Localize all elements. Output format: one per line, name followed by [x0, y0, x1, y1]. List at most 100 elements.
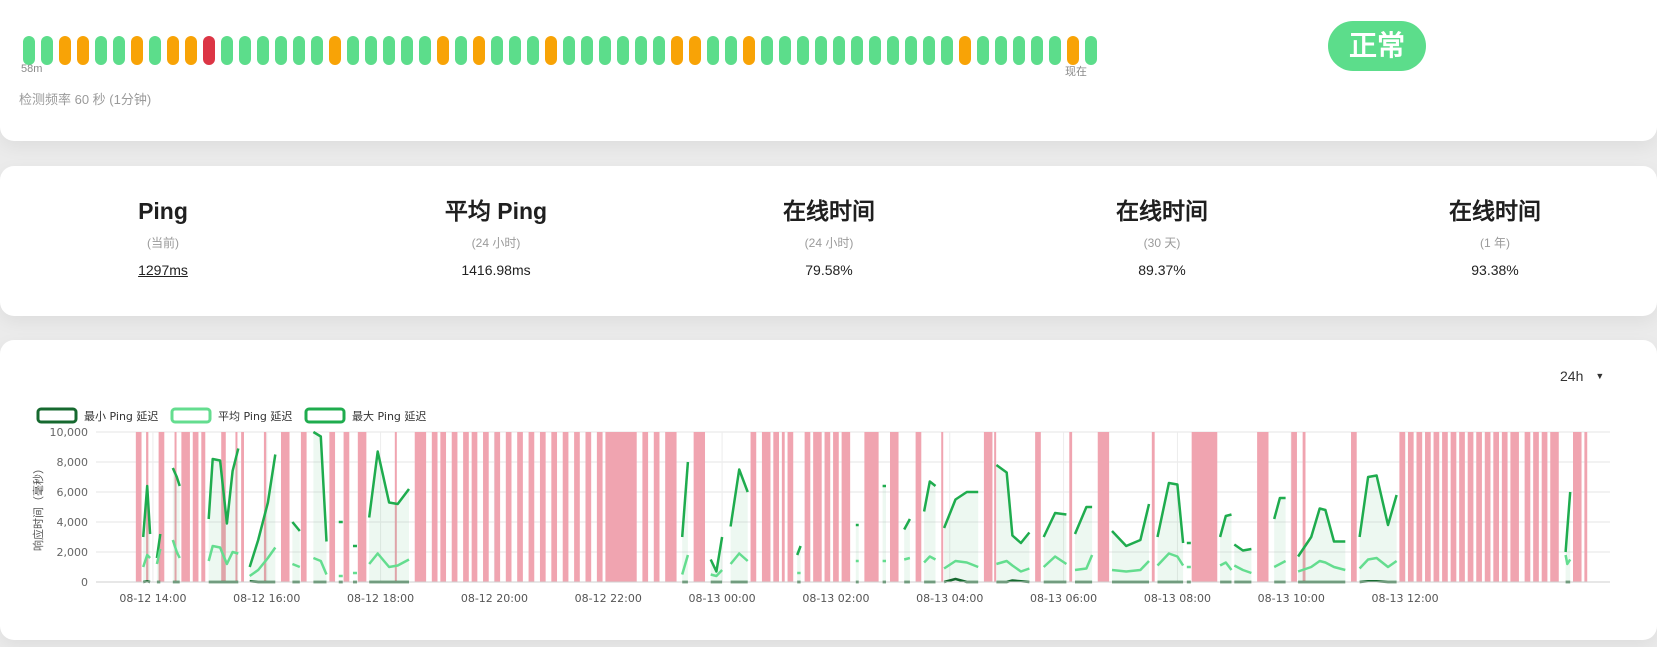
heartbeat-label-end: 现在 — [1065, 66, 1087, 78]
heartbeat-beat-up[interactable] — [23, 36, 35, 65]
down-band — [1191, 432, 1218, 582]
x-tick-label: 08-12 18:00 — [347, 592, 414, 605]
heartbeat-beat-pending[interactable] — [185, 36, 197, 65]
down-band — [574, 432, 580, 582]
heartbeat-beat-pending[interactable] — [689, 36, 701, 65]
stat-title: 在线时间 — [1116, 198, 1208, 224]
down-band — [804, 432, 811, 582]
heartbeat-beat-up[interactable] — [635, 36, 647, 65]
heartbeat-beat-up[interactable] — [599, 36, 611, 65]
heartbeat-beat-up[interactable] — [923, 36, 935, 65]
heartbeat-beat-pending[interactable] — [329, 36, 341, 65]
down-band — [343, 432, 350, 582]
heartbeat-beat-up[interactable] — [941, 36, 953, 65]
down-band — [813, 432, 822, 582]
check-frequency-text: 检测频率 60 秒 (1分钟) — [19, 92, 152, 107]
down-band — [505, 432, 512, 582]
heartbeat-beat-pending[interactable] — [437, 36, 449, 65]
heartbeat-beat-up[interactable] — [365, 36, 377, 65]
heartbeat-beat-up[interactable] — [761, 36, 773, 65]
heartbeat-beat-up[interactable] — [851, 36, 863, 65]
heartbeat-beat-up[interactable] — [779, 36, 791, 65]
heartbeat-beat-up[interactable] — [869, 36, 881, 65]
x-tick-label: 08-13 06:00 — [1030, 592, 1097, 605]
stat-subtitle: (30 天) — [1143, 236, 1181, 250]
heartbeat-beat-pending[interactable] — [1067, 36, 1079, 65]
down-band — [1035, 432, 1041, 582]
stat-value-link[interactable]: 1297ms — [13, 262, 313, 278]
down-band — [841, 432, 851, 582]
x-tick-label: 08-13 08:00 — [1144, 592, 1211, 605]
down-band — [1291, 432, 1297, 582]
heartbeat-beat-up[interactable] — [527, 36, 539, 65]
heartbeat-beat-pending[interactable] — [473, 36, 485, 65]
heartbeat-beat-up[interactable] — [887, 36, 899, 65]
stat-average-ping: 平均 Ping (24 小时) 1416.98ms — [346, 196, 646, 278]
down-band — [1257, 432, 1269, 582]
down-band — [889, 432, 899, 582]
heartbeat-beat-up[interactable] — [95, 36, 107, 65]
stat-current-ping: Ping (当前) 1297ms — [13, 196, 313, 278]
heartbeat-beat-pending[interactable] — [77, 36, 89, 65]
heartbeat-beat-up[interactable] — [707, 36, 719, 65]
heartbeat-beat-up[interactable] — [383, 36, 395, 65]
down-band — [1425, 432, 1431, 582]
down-band — [585, 432, 592, 582]
heartbeat-beat-up[interactable] — [905, 36, 917, 65]
heartbeat-beat-up[interactable] — [347, 36, 359, 65]
heartbeat-beat-up[interactable] — [239, 36, 251, 65]
heartbeat-beat-up[interactable] — [563, 36, 575, 65]
heartbeat-beat-up[interactable] — [257, 36, 269, 65]
heartbeat-beat-up[interactable] — [653, 36, 665, 65]
heartbeat-beat-up[interactable] — [581, 36, 593, 65]
down-band — [605, 432, 637, 582]
heartbeat-beat-up[interactable] — [455, 36, 467, 65]
heartbeat-beat-up[interactable] — [833, 36, 845, 65]
heartbeat-beat-pending[interactable] — [959, 36, 971, 65]
down-band — [994, 432, 997, 582]
heartbeat-beat-up[interactable] — [275, 36, 287, 65]
heartbeat-beat-up[interactable] — [815, 36, 827, 65]
series-area — [1220, 514, 1232, 582]
down-band — [431, 432, 438, 582]
down-band — [562, 432, 569, 582]
heartbeat-beat-up[interactable] — [149, 36, 161, 65]
heartbeat-beat-pending[interactable] — [743, 36, 755, 65]
down-band — [1467, 432, 1474, 582]
legend-label: 最小 Ping 延迟 — [84, 410, 158, 423]
heartbeat-beat-up[interactable] — [41, 36, 53, 65]
heartbeat-beat-up[interactable] — [311, 36, 323, 65]
heartbeat-beat-up[interactable] — [1085, 36, 1097, 65]
heartbeat-beat-up[interactable] — [1031, 36, 1043, 65]
down-band — [1399, 432, 1406, 582]
down-band — [440, 432, 447, 582]
heartbeat-beat-up[interactable] — [617, 36, 629, 65]
heartbeat-beat-up[interactable] — [995, 36, 1007, 65]
heartbeat-beat-up[interactable] — [293, 36, 305, 65]
heartbeat-beat-up[interactable] — [1049, 36, 1061, 65]
heartbeat-beat-up[interactable] — [113, 36, 125, 65]
down-band — [642, 432, 649, 582]
heartbeat-beat-pending[interactable] — [131, 36, 143, 65]
heartbeat-beat-up[interactable] — [221, 36, 233, 65]
stat-title: 平均 Ping — [444, 198, 548, 224]
legend-label: 最大 Ping 延迟 — [352, 409, 426, 423]
x-tick-label: 08-13 04:00 — [916, 592, 983, 605]
heartbeat-beat-up[interactable] — [491, 36, 503, 65]
heartbeat-beat-pending[interactable] — [167, 36, 179, 65]
heartbeat-beat-up[interactable] — [1013, 36, 1025, 65]
stat-value: 1416.98ms — [461, 262, 531, 278]
heartbeat-beat-down[interactable] — [203, 36, 215, 65]
heartbeat-beat-pending[interactable] — [59, 36, 71, 65]
heartbeat-beat-pending[interactable] — [671, 36, 683, 65]
x-tick-label: 08-13 02:00 — [802, 592, 869, 605]
heartbeat-beat-up[interactable] — [401, 36, 413, 65]
heartbeat-beat-up[interactable] — [977, 36, 989, 65]
heartbeat-beat-pending[interactable] — [545, 36, 557, 65]
heartbeat-beat-up[interactable] — [797, 36, 809, 65]
heartbeat-beat-up[interactable] — [509, 36, 521, 65]
heartbeat-beat-up[interactable] — [419, 36, 431, 65]
x-tick-label: 08-13 10:00 — [1258, 592, 1325, 605]
heartbeat-beat-up[interactable] — [725, 36, 737, 65]
y-tick-label: 10,000 — [50, 426, 89, 439]
